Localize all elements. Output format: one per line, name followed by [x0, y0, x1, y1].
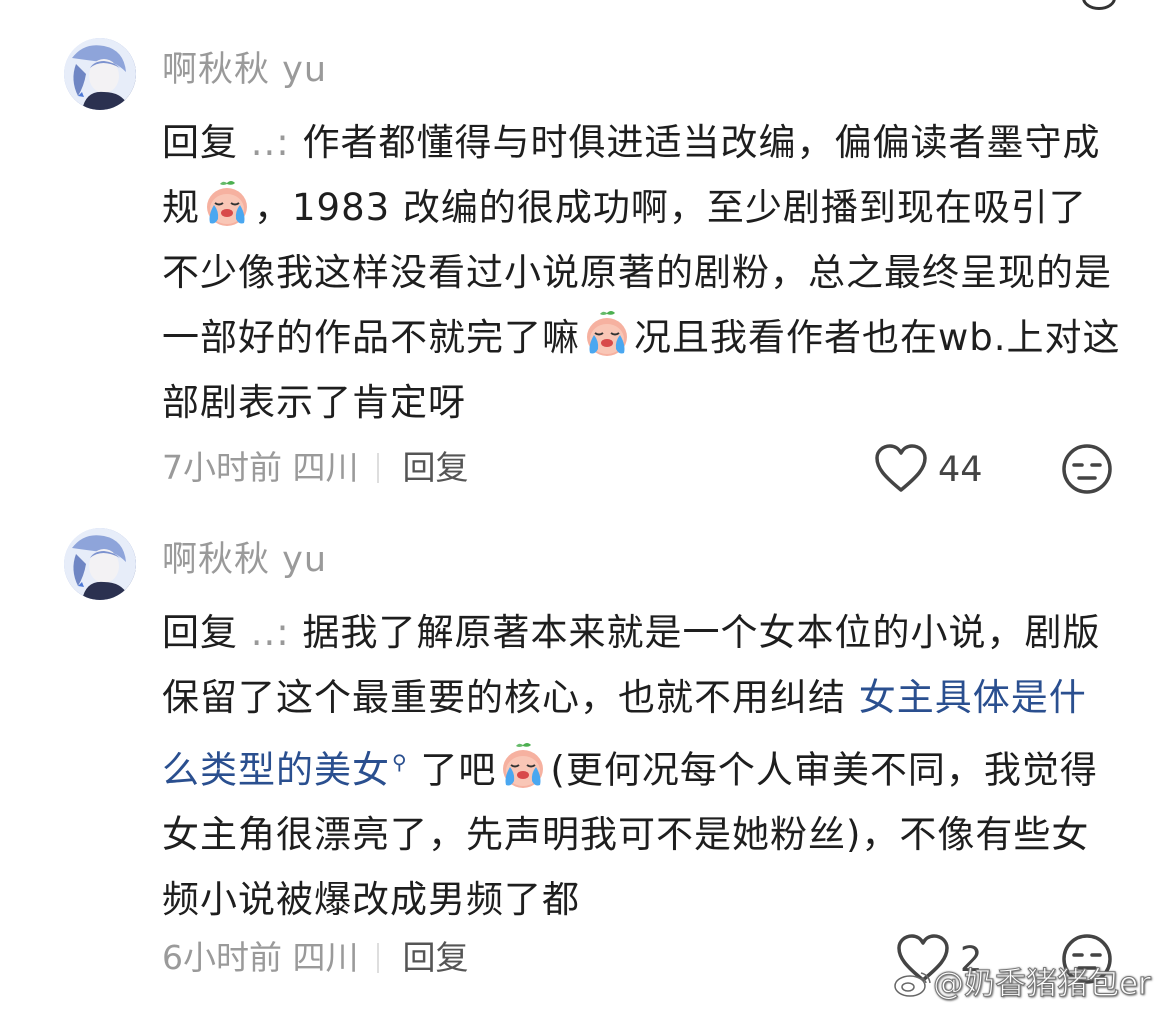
comment-time: 7小时前: [162, 448, 282, 487]
watermark: @奶香猪猪包er: [893, 962, 1151, 1006]
comment-meta: 6小时前 四川 回复: [162, 936, 469, 980]
reply-label: 回复: [162, 611, 238, 654]
comment-text: 回复 ..: 作者都懂得与时俱进适当改编，偏偏读者墨守成规 ，1983 改编的很…: [162, 110, 1122, 435]
comment-location: 四川: [292, 938, 359, 977]
crying-face-emoji: [202, 179, 252, 229]
reply-target[interactable]: ..:: [238, 611, 303, 654]
heart-icon[interactable]: [874, 444, 928, 494]
dislike-icon-partial: [1082, 0, 1116, 10]
reply-label: 回复: [162, 121, 238, 164]
comment-text: 回复 ..: 据我了解原著本来就是一个女本位的小说，剧版保留了这个最重要的核心，…: [162, 600, 1122, 932]
divider: [376, 943, 379, 973]
divider: [376, 453, 379, 483]
avatar[interactable]: [64, 528, 136, 600]
username[interactable]: 啊秋秋 yu: [162, 538, 327, 582]
comment-location: 四川: [292, 448, 359, 487]
like-count: 44: [938, 450, 983, 490]
avatar[interactable]: [64, 38, 136, 110]
crying-face-emoji: [498, 741, 548, 791]
unamused-face-icon[interactable]: [1061, 443, 1113, 495]
crying-face-emoji: [582, 309, 632, 359]
comment-meta: 7小时前 四川 回复: [162, 446, 469, 490]
reply-button[interactable]: 回复: [403, 448, 469, 487]
search-icon[interactable]: ⚲: [392, 730, 408, 795]
reply-target[interactable]: ..:: [238, 121, 303, 164]
weibo-logo-icon: [893, 966, 933, 997]
watermark-text: @奶香猪猪包er: [933, 966, 1152, 1003]
reply-button[interactable]: 回复: [403, 938, 469, 977]
comment-text-part: 了吧: [407, 748, 497, 792]
username[interactable]: 啊秋秋 yu: [162, 48, 327, 92]
comment-list: 啊秋秋 yu 回复 ..: 作者都懂得与时俱进适当改编，偏偏读者墨守成规 ，19…: [0, 0, 1162, 1013]
comment-time: 6小时前: [162, 938, 282, 977]
